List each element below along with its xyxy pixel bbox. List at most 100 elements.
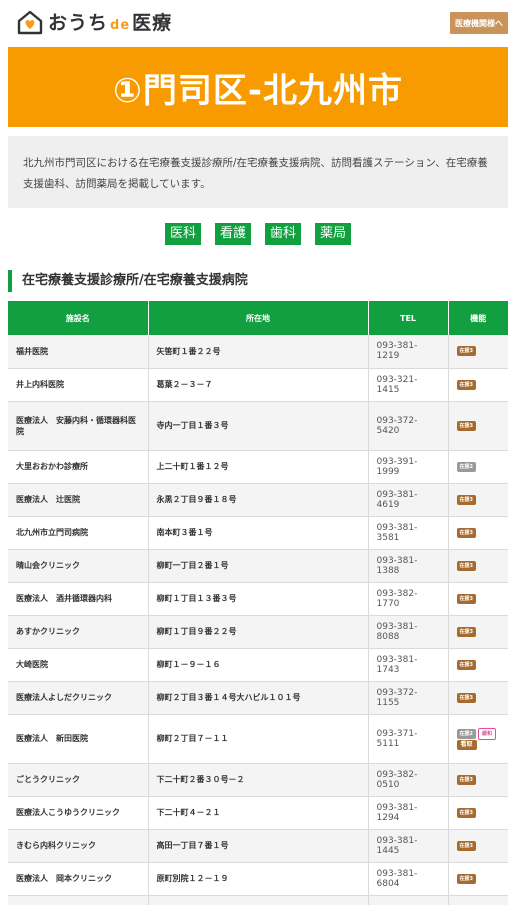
facility-address: 柳町２丁目７－１１ <box>148 714 369 764</box>
facility-functions: 在援3 <box>448 763 508 797</box>
facility-name[interactable]: 医療法人 辻医院 <box>8 483 149 517</box>
facility-name[interactable]: 井上内科医院 <box>8 368 149 402</box>
site-logo[interactable]: おうち de 医療 <box>16 8 172 35</box>
function-badge: 在援3 <box>456 560 476 571</box>
table-row: ごとうクリニック 下二十町２番３０号－２ 093-382-0510 在援3 <box>8 763 508 797</box>
facility-functions <box>448 895 508 905</box>
facility-functions: 在援2 <box>448 450 508 484</box>
facility-name[interactable]: 大崎医院 <box>8 648 149 682</box>
facility-name[interactable]: 大里おおかわ診療所 <box>8 450 149 484</box>
facility-name[interactable]: あすかクリニック <box>8 615 149 649</box>
facility-name[interactable]: きむら内科クリニック <box>8 829 149 863</box>
column-header-function: 機能 <box>448 301 508 335</box>
function-badge: 在援3 <box>456 840 476 851</box>
table-row: 医療法人 新田医院 柳町２丁目７－１１ 093-371-5111 在援2 緩和看取 <box>8 714 508 764</box>
facility-tel[interactable]: 093-372-1155 <box>368 681 449 715</box>
table-row: きむら内科クリニック 高田一丁目７番１号 093-381-1445 在援3 <box>8 829 508 863</box>
function-badge: 在援3 <box>456 420 476 431</box>
facility-name[interactable]: 医療法人 新田医院 <box>8 714 149 764</box>
column-header-name: 施設名 <box>8 301 149 335</box>
function-badge: 在援3 <box>456 593 476 604</box>
facility-tel[interactable]: 093-381-3581 <box>368 516 449 550</box>
facility-tel[interactable]: 093-382-1770 <box>368 582 449 616</box>
function-badge: 在援2 <box>456 461 476 472</box>
function-badge: 在援3 <box>456 527 476 538</box>
function-badge: 看取 <box>456 739 477 750</box>
facility-name[interactable]: 医療法人こうゆうクリニック <box>8 796 149 830</box>
table-row: 医療法人よしだクリニック 柳町２丁目３番１４号大ハビル１０１号 093-372-11… <box>8 681 508 715</box>
function-badge: 在援3 <box>456 807 476 818</box>
category-nav: 医科 看護 歯科 薬局 <box>0 223 516 245</box>
facility-name[interactable]: ごとうクリニック <box>8 763 149 797</box>
facility-address: 上二十町１番１２号 <box>148 450 369 484</box>
facility-functions: 在援3 <box>448 829 508 863</box>
table-row: 晴山会クリニック 柳町一丁目２番１号 093-381-1388 在援3 <box>8 549 508 583</box>
function-badge: 在援3 <box>456 659 476 670</box>
category-medical[interactable]: 医科 <box>164 223 201 245</box>
facility-functions: 在援3 <box>448 483 508 517</box>
facility-functions: 在援3 <box>448 582 508 616</box>
function-badge: 在援3 <box>456 692 476 703</box>
facility-tel[interactable]: 093-382-0510 <box>368 763 449 797</box>
function-badge: 在援2 <box>456 728 476 739</box>
page-title: ①門司区-北九州市 <box>113 70 403 111</box>
for-medical-institutions-button[interactable]: 医療機関様へ <box>450 12 508 34</box>
facility-name[interactable]: 福井医院 <box>8 335 149 369</box>
facility-functions: 在援3 <box>448 335 508 369</box>
facility-address: 矢筈町１番２２号 <box>148 335 369 369</box>
facility-name[interactable] <box>8 895 149 905</box>
intro-text: 北九州市門司区における在宅療養支援診療所/在宅療養支援病院、訪問看護ステーション… <box>8 136 508 208</box>
category-nursing[interactable]: 看護 <box>214 223 251 245</box>
facility-tel[interactable]: 093-371-5111 <box>368 714 449 764</box>
facility-name[interactable]: 医療法人よしだクリニック <box>8 681 149 715</box>
facility-tel[interactable] <box>368 895 449 905</box>
facility-address: 柳町２丁目３番１４号大ハビル１０１号 <box>148 681 369 715</box>
facility-address: 下二十町２番３０号－２ <box>148 763 369 797</box>
function-badge: 在援3 <box>456 494 476 505</box>
facility-address: 柳町１丁目９番２２号 <box>148 615 369 649</box>
facility-tel[interactable]: 093-381-1388 <box>368 549 449 583</box>
category-pharmacy[interactable]: 薬局 <box>315 223 352 245</box>
facility-address: 寺内一丁目１番３号 <box>148 401 369 451</box>
house-heart-icon <box>17 10 43 34</box>
site-header: おうち de 医療 医療機関様へ <box>0 0 516 44</box>
facility-tel[interactable]: 093-381-1743 <box>368 648 449 682</box>
facility-name[interactable]: 医療法人 安藤内科・循環器科医院 <box>8 401 149 451</box>
facility-functions: 在援3 <box>448 368 508 402</box>
facility-tel[interactable]: 093-381-1219 <box>368 335 449 369</box>
facility-tel[interactable]: 093-321-1415 <box>368 368 449 402</box>
logo-text: おうち de 医療 <box>48 12 173 34</box>
facility-tel[interactable]: 093-381-1445 <box>368 829 449 863</box>
facility-address: 下二十町４－２１ <box>148 796 369 830</box>
table-row: 井上内科医院 葛葉２－３－７ 093-321-1415 在援3 <box>8 368 508 402</box>
category-dental[interactable]: 歯科 <box>265 223 302 245</box>
facility-functions: 在援3 <box>448 862 508 896</box>
facility-functions: 在援3 <box>448 401 508 451</box>
facility-name[interactable]: 医療法人 岡本クリニック <box>8 862 149 896</box>
facility-name[interactable]: 医療法人 酒井循環器内科 <box>8 582 149 616</box>
facility-address: 原町別院１２－１９ <box>148 862 369 896</box>
facility-tel[interactable]: 093-391-1999 <box>368 450 449 484</box>
column-header-tel: TEL <box>368 301 449 335</box>
facility-tel[interactable]: 093-372-5420 <box>368 401 449 451</box>
section-title: 在宅療養支援診療所/在宅療養支援病院 <box>8 270 248 292</box>
table-row: 医療法人 安藤内科・循環器科医院 寺内一丁目１番３号 093-372-5420 在援3 <box>8 401 508 451</box>
facility-tel[interactable]: 093-381-8088 <box>368 615 449 649</box>
facility-functions: 在援3 <box>448 516 508 550</box>
facility-functions: 在援3 <box>448 615 508 649</box>
table-row: あすかクリニック 柳町１丁目９番２２号 093-381-8088 在援3 <box>8 615 508 649</box>
facility-tel[interactable]: 093-381-1294 <box>368 796 449 830</box>
facility-address: 南本町３番１号 <box>148 516 369 550</box>
facility-tel[interactable]: 093-381-4619 <box>368 483 449 517</box>
table-row: 福井医院 矢筈町１番２２号 093-381-1219 在援3 <box>8 335 508 369</box>
facility-address <box>148 895 369 905</box>
table-row: 大崎医院 柳町１－９－１６ 093-381-1743 在援3 <box>8 648 508 682</box>
table-row <box>8 895 508 905</box>
facility-tel[interactable]: 093-381-6804 <box>368 862 449 896</box>
table-row: 医療法人 辻医院 永黒２丁目９番１８号 093-381-4619 在援3 <box>8 483 508 517</box>
facility-table: 施設名 所在地 TEL 機能 福井医院 矢筈町１番２２号 093-381-1219 在… <box>8 301 508 905</box>
facility-name[interactable]: 晴山会クリニック <box>8 549 149 583</box>
page-banner: ①門司区-北九州市 <box>8 47 508 127</box>
facility-functions: 在援3 <box>448 549 508 583</box>
facility-name[interactable]: 北九州市立門司病院 <box>8 516 149 550</box>
